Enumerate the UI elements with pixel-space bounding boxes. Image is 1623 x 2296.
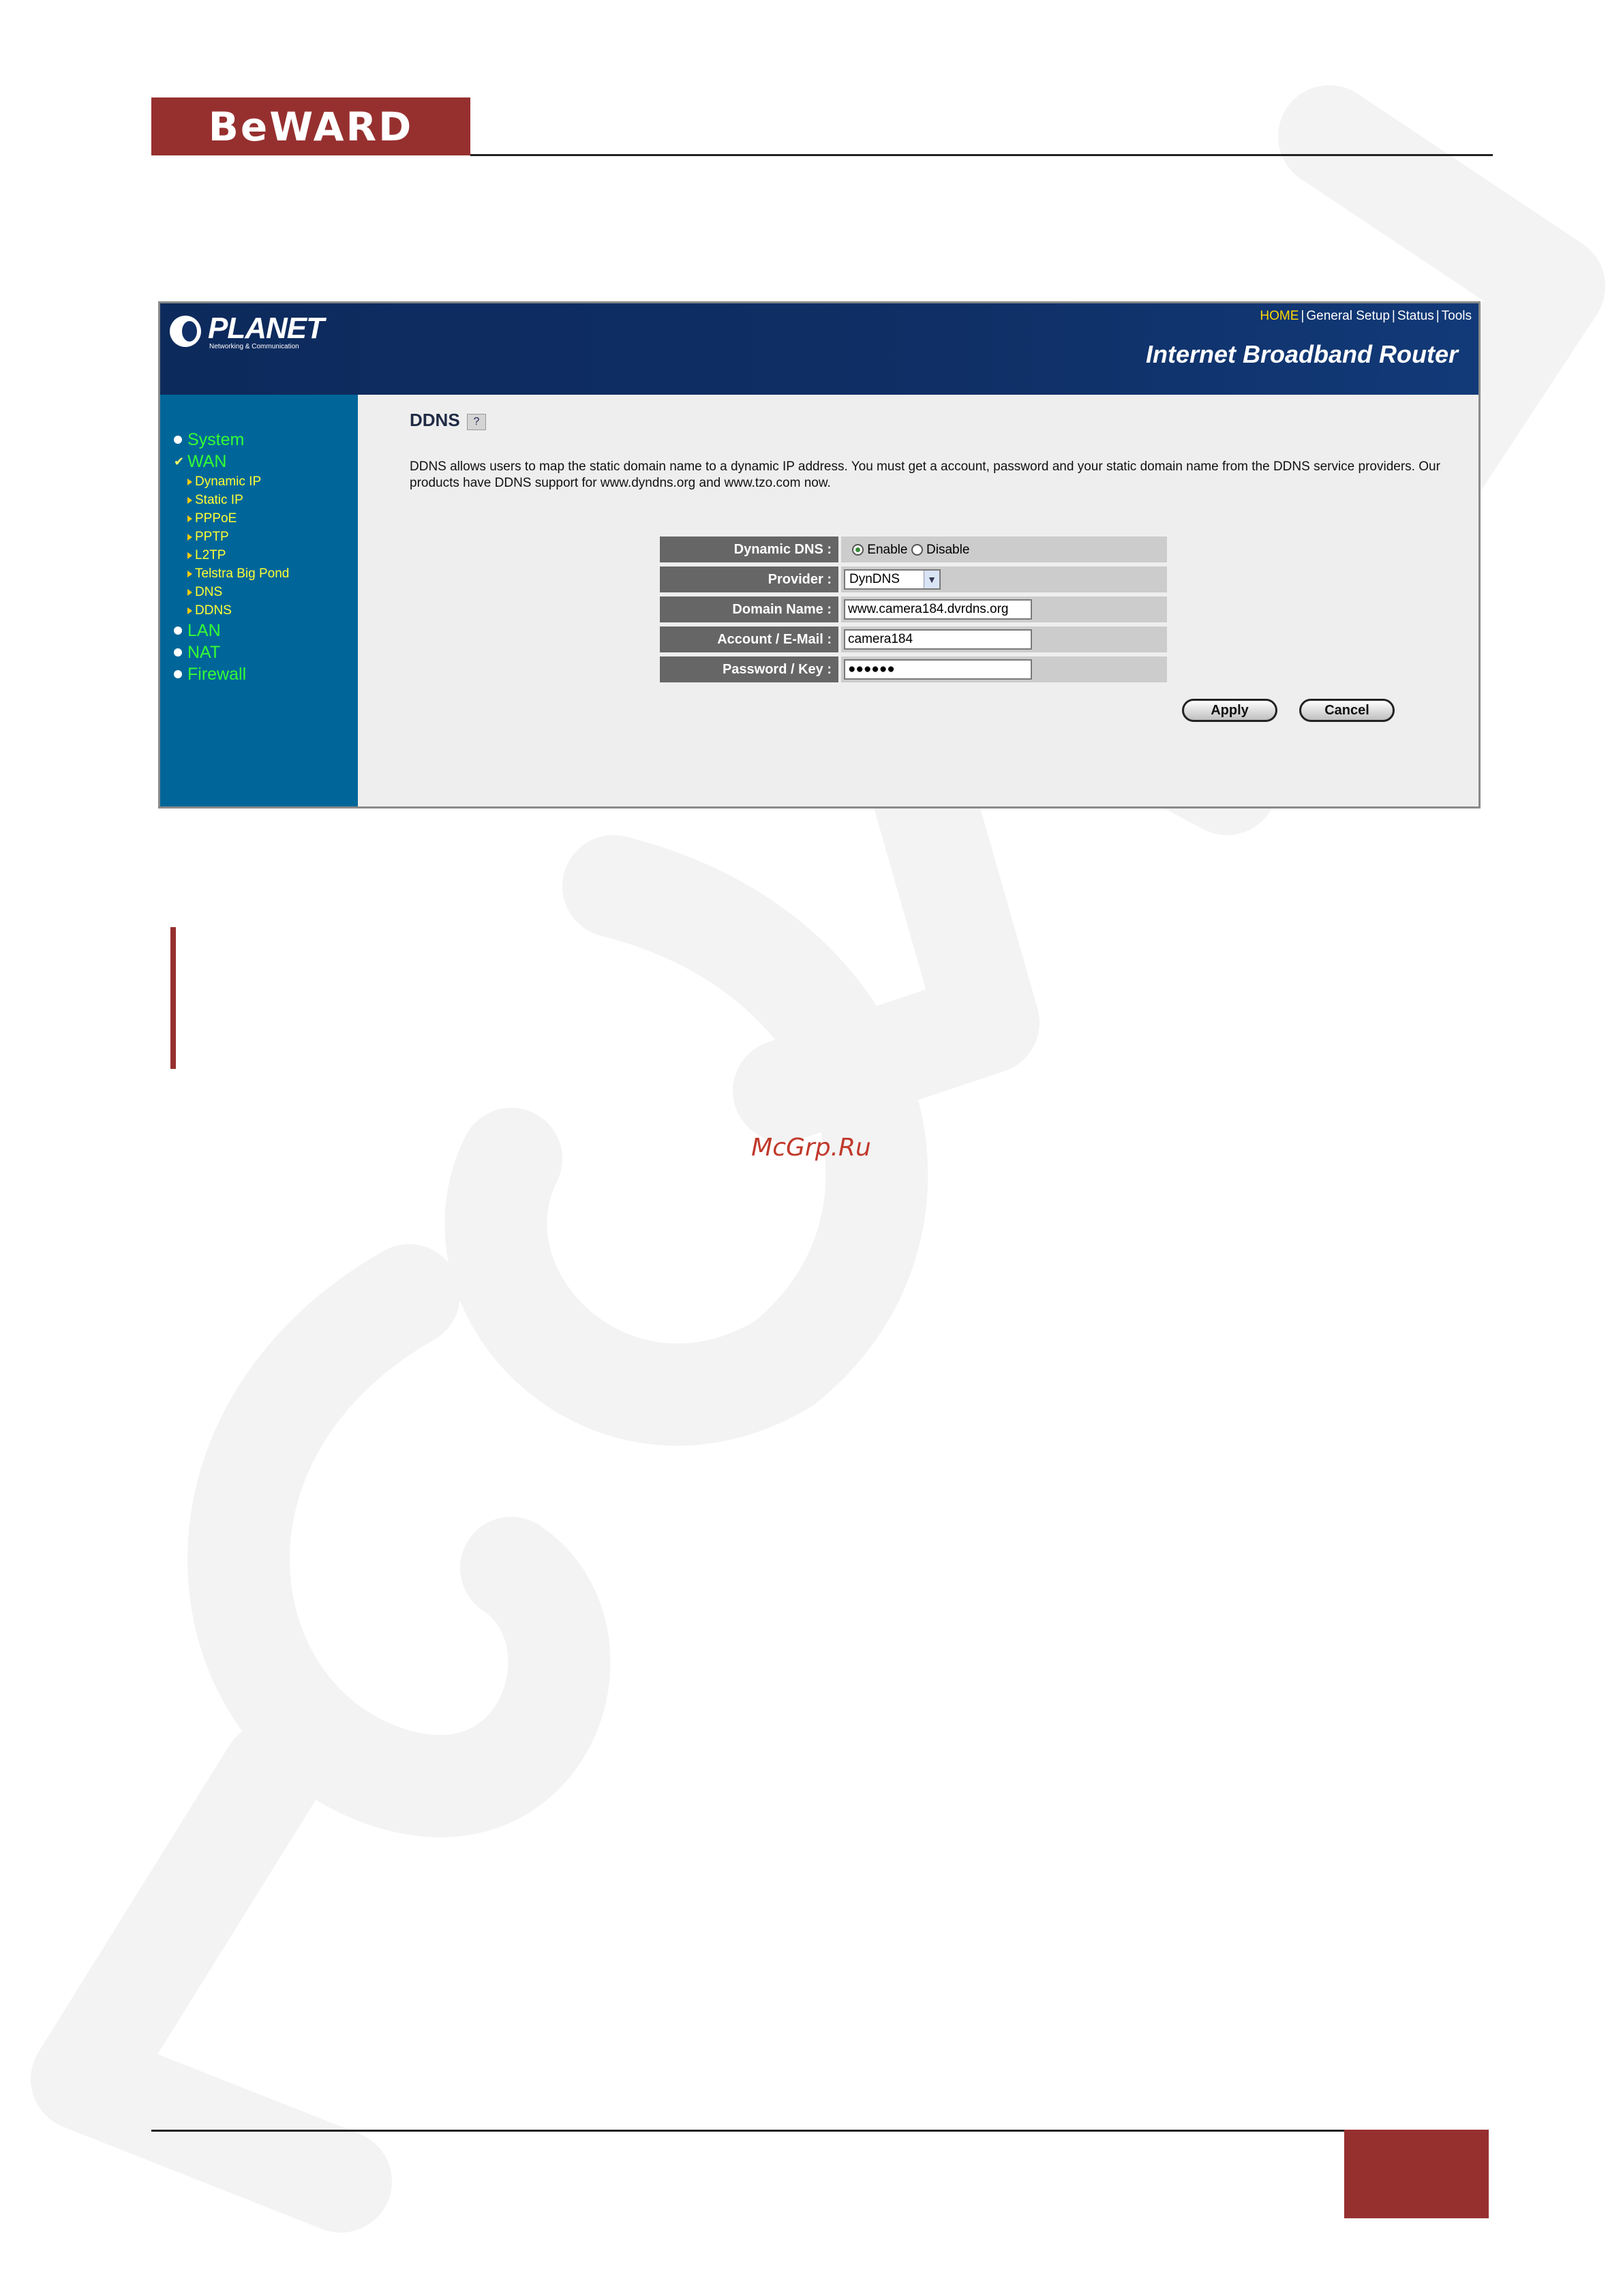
domain-name-label: Domain Name : bbox=[660, 596, 838, 622]
password-row: Password / Key : ●●●●●● bbox=[660, 656, 1167, 682]
sidebar-subitem-telstra-big-pond[interactable]: Telstra Big Pond bbox=[187, 564, 289, 583]
sidebar-subitem-l2tp[interactable]: L2TP bbox=[187, 546, 289, 564]
page-title: DDNS bbox=[410, 410, 460, 430]
password-label: Password / Key : bbox=[660, 656, 838, 682]
bullet-icon bbox=[174, 670, 182, 678]
arrow-right-icon bbox=[187, 496, 192, 504]
checkmark-icon: ✔ bbox=[174, 454, 185, 468]
enable-radio[interactable] bbox=[852, 544, 864, 556]
header-divider bbox=[470, 154, 1493, 156]
product-title: Internet Broadband Router bbox=[1145, 340, 1458, 368]
source-watermark: McGrp.Ru bbox=[751, 1134, 871, 1162]
router-screenshot: PLANET Networking & Communication HOME | G… bbox=[158, 301, 1481, 809]
sidebar-item-lan[interactable]: LAN bbox=[174, 620, 289, 641]
arrow-right-icon bbox=[187, 533, 192, 541]
nav-general-setup-link[interactable]: General Setup bbox=[1306, 309, 1390, 323]
chevron-down-icon[interactable]: ▼ bbox=[924, 571, 939, 588]
sidebar-subitem-pppoe[interactable]: PPPoE bbox=[187, 509, 289, 528]
account-row: Account / E-Mail : camera184 bbox=[660, 626, 1167, 652]
enable-radio-label: Enable bbox=[867, 543, 908, 557]
bullet-icon bbox=[174, 436, 182, 444]
arrow-right-icon bbox=[187, 588, 192, 596]
sidebar-subitem-pptp[interactable]: PPTP bbox=[187, 528, 289, 546]
disable-radio-label: Disable bbox=[926, 543, 970, 557]
planet-logo-text: PLANET bbox=[208, 312, 324, 345]
disable-radio[interactable] bbox=[911, 544, 923, 556]
arrow-right-icon bbox=[187, 570, 192, 577]
domain-name-input[interactable]: www.camera184.dvrdns.org bbox=[844, 599, 1032, 620]
sidebar-subitem-dynamic-ip[interactable]: Dynamic IP bbox=[187, 472, 289, 491]
bullet-icon bbox=[174, 648, 182, 656]
nav-tools-link[interactable]: Tools bbox=[1442, 309, 1472, 323]
cancel-button[interactable]: Cancel bbox=[1299, 699, 1395, 722]
apply-button[interactable]: Apply bbox=[1182, 699, 1277, 722]
dynamic-dns-radio-group: Enable Disable bbox=[852, 543, 969, 558]
provider-row: Provider : DynDNS ▼ bbox=[660, 567, 1167, 592]
sidebar: System ✔ WAN Dynamic IP Static IP PPPoE P… bbox=[160, 395, 358, 806]
account-input[interactable]: camera184 bbox=[844, 629, 1032, 650]
planet-logo-icon bbox=[170, 316, 201, 347]
help-icon[interactable]: ? bbox=[467, 414, 486, 430]
sidebar-item-wan[interactable]: ✔ WAN bbox=[174, 451, 289, 472]
top-nav: HOME | General Setup | Status | Tools bbox=[1260, 309, 1472, 323]
page-description: DDNS allows users to map the static doma… bbox=[410, 459, 1440, 490]
account-label: Account / E-Mail : bbox=[660, 626, 838, 652]
sidebar-subitem-ddns[interactable]: DDNS bbox=[187, 601, 289, 620]
domain-name-row: Domain Name : www.camera184.dvrdns.org bbox=[660, 596, 1167, 622]
arrow-right-icon bbox=[187, 552, 192, 559]
nav-status-link[interactable]: Status bbox=[1397, 309, 1434, 323]
nav-home-link[interactable]: HOME bbox=[1260, 309, 1299, 323]
dynamic-dns-label: Dynamic DNS : bbox=[660, 537, 838, 562]
sidebar-item-system[interactable]: System bbox=[174, 429, 289, 451]
password-input[interactable]: ●●●●●● bbox=[844, 659, 1032, 680]
sidebar-item-nat[interactable]: NAT bbox=[174, 641, 289, 663]
main-content: DDNS ? DDNS allows users to map the stat… bbox=[358, 395, 1478, 806]
planet-tagline: Networking & Communication bbox=[209, 343, 299, 350]
page-number-box bbox=[1344, 2130, 1489, 2218]
sidebar-subitem-static-ip[interactable]: Static IP bbox=[187, 491, 289, 509]
beward-logo: BeWARD bbox=[151, 97, 470, 155]
provider-label: Provider : bbox=[660, 567, 838, 592]
bullet-icon bbox=[174, 626, 182, 635]
router-banner: PLANET Networking & Communication HOME | G… bbox=[160, 303, 1478, 395]
dynamic-dns-row: Dynamic DNS : Enable Disable bbox=[660, 537, 1167, 562]
note-accent-bar bbox=[170, 927, 176, 1069]
sidebar-menu: System ✔ WAN Dynamic IP Static IP PPPoE P… bbox=[174, 429, 289, 685]
footer-divider bbox=[151, 2130, 1344, 2132]
sidebar-subitem-dns[interactable]: DNS bbox=[187, 583, 289, 601]
arrow-right-icon bbox=[187, 515, 192, 522]
arrow-right-icon bbox=[187, 478, 192, 485]
provider-select[interactable]: DynDNS ▼ bbox=[844, 569, 941, 590]
sidebar-item-firewall[interactable]: Firewall bbox=[174, 663, 289, 685]
arrow-right-icon bbox=[187, 607, 192, 614]
